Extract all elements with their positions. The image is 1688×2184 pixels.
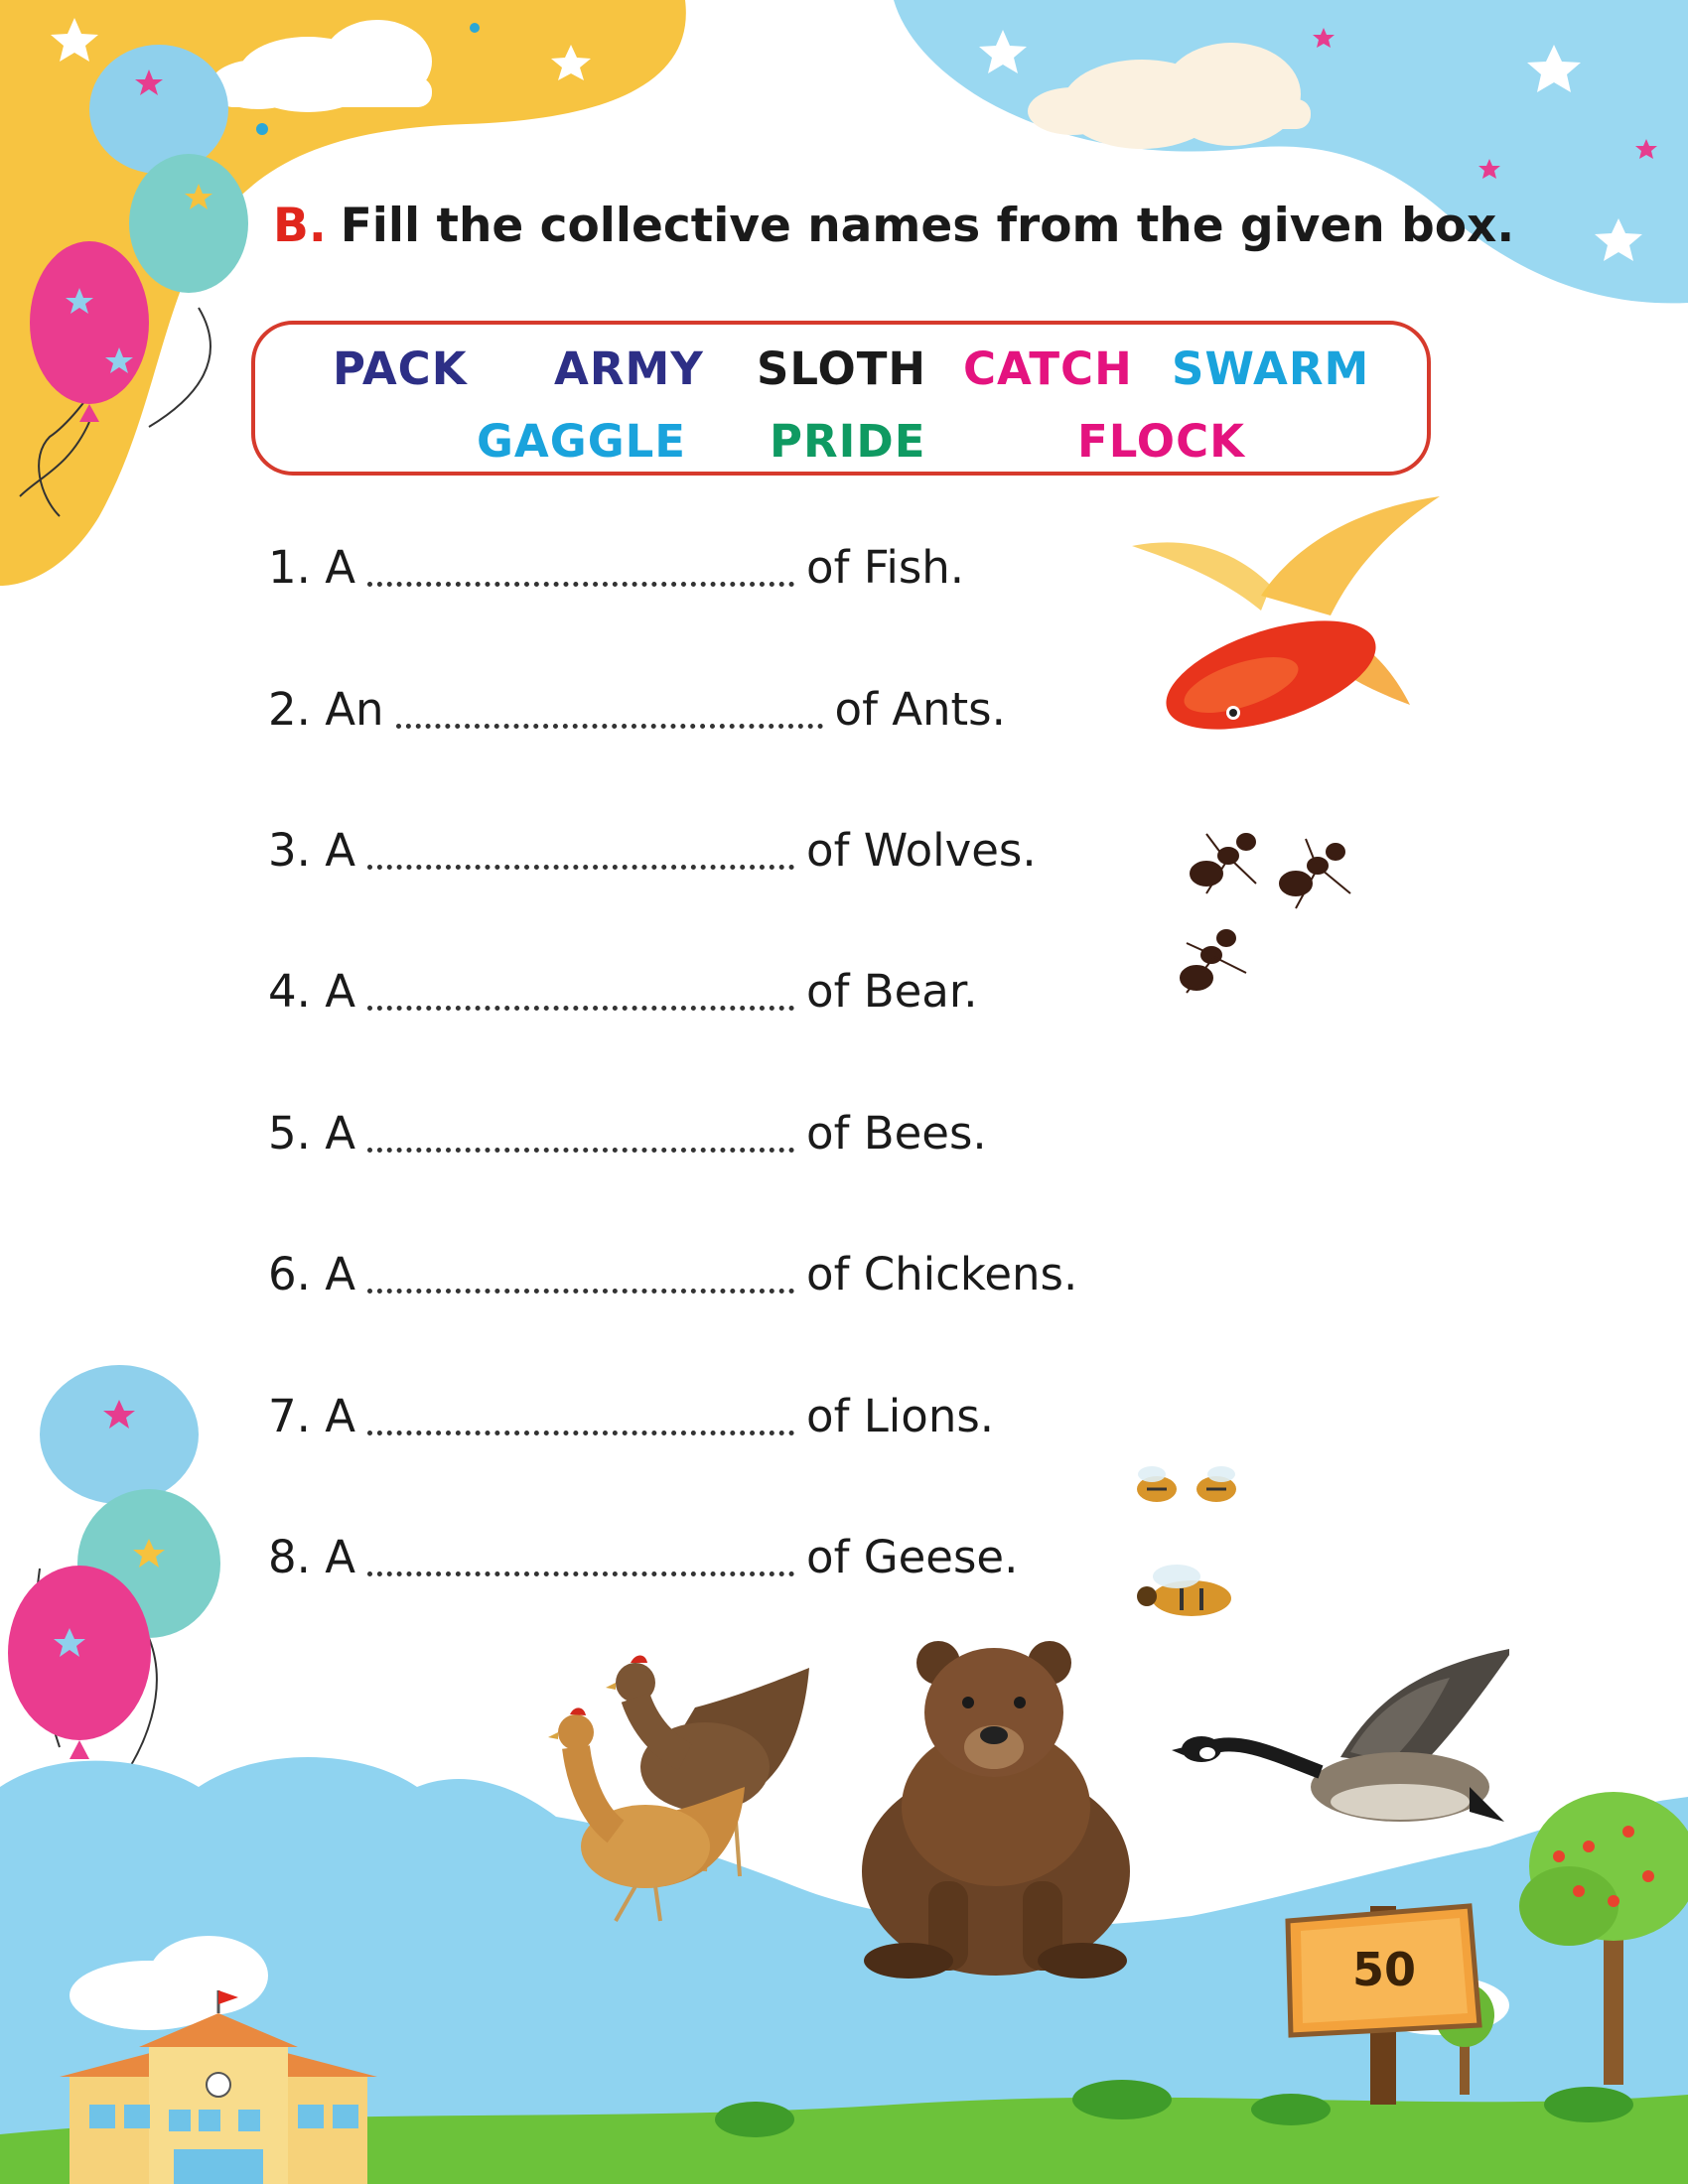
question-8: 8. A of Geese. [268, 1531, 1018, 1583]
question-prefix: 7. A [268, 1390, 356, 1442]
bees-picture [1137, 1466, 1236, 1616]
question-suffix: of Chickens. [806, 1248, 1078, 1300]
question-suffix: of Wolves. [806, 824, 1037, 877]
question-prefix: 6. A [268, 1248, 356, 1300]
question-prefix: 1. A [268, 541, 356, 594]
question-2: 2. An of Ants. [268, 683, 1006, 736]
page-number-plate: 50 [1352, 1943, 1416, 1996]
question-4: 4. A of Bear. [268, 965, 978, 1018]
answer-blank[interactable] [367, 1144, 795, 1153]
goose-picture [1172, 1649, 1509, 1822]
bear-picture [862, 1641, 1130, 1979]
question-prefix: 2. An [268, 683, 384, 736]
answer-blank[interactable] [367, 1427, 795, 1435]
word-box-item: PRIDE [770, 415, 926, 468]
question-prefix: 8. A [268, 1531, 356, 1583]
page-number: 50 [1352, 1943, 1416, 1996]
question-prefix: 3. A [268, 824, 356, 877]
word-box-item: ARMY [554, 342, 704, 395]
answer-blank[interactable] [367, 1002, 795, 1011]
chickens-picture [548, 1655, 809, 1922]
answer-blank[interactable] [395, 720, 823, 729]
answer-blank[interactable] [367, 861, 795, 870]
word-box-item: SWARM [1172, 342, 1370, 395]
answer-blank[interactable] [367, 1568, 795, 1576]
question-3: 3. A of Wolves. [268, 824, 1037, 877]
exercise-instruction: Fill the collective names from the given… [340, 199, 1515, 253]
question-suffix: of Fish. [806, 541, 965, 594]
word-box-item: GAGGLE [477, 415, 687, 468]
question-prefix: 5. A [268, 1107, 356, 1160]
answer-blank[interactable] [367, 578, 795, 587]
question-1: 1. A of Fish. [268, 541, 964, 594]
question-6: 6. A of Chickens. [268, 1248, 1077, 1300]
ants-picture [1180, 833, 1351, 994]
word-box-item: FLOCK [1077, 415, 1245, 468]
word-box-item: SLOTH [757, 342, 927, 395]
exercise-letter: B. [273, 199, 327, 253]
fish-picture [1132, 496, 1440, 730]
answer-blank[interactable] [367, 1285, 795, 1294]
question-suffix: of Lions. [806, 1390, 995, 1442]
question-prefix: 4. A [268, 965, 356, 1018]
question-suffix: of Ants. [834, 683, 1006, 736]
exercise-heading: B. Fill the collective names from the giv… [273, 199, 1514, 253]
question-5: 5. A of Bees. [268, 1107, 987, 1160]
question-suffix: of Bees. [806, 1107, 987, 1160]
question-suffix: of Geese. [806, 1531, 1019, 1583]
worksheet-page: B. Fill the collective names from the giv… [0, 0, 1688, 2184]
word-box-item: PACK [333, 342, 468, 395]
question-suffix: of Bear. [806, 965, 978, 1018]
question-7: 7. A of Lions. [268, 1390, 994, 1442]
word-box-item: CATCH [963, 342, 1133, 395]
balloons-bottom-left [8, 1365, 220, 1798]
blue-corner-blob [894, 0, 1688, 304]
